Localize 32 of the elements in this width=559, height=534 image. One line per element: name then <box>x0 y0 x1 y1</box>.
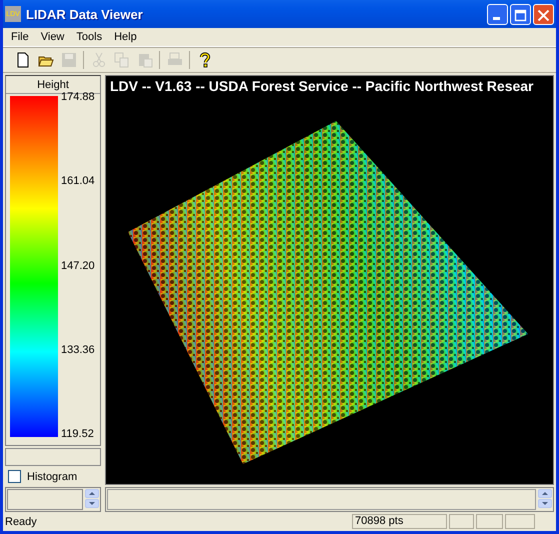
legend-label: 174.88 <box>61 91 95 103</box>
spin-up-button[interactable] <box>85 489 99 498</box>
menu-item[interactable]: Tools <box>70 31 108 43</box>
viewport-caption: LDV -- V1.63 -- USDA Forest Service -- Pacific Northwest Resear <box>110 78 534 94</box>
status-panel <box>505 514 535 529</box>
legend-label: 119.52 <box>61 428 95 440</box>
close-button[interactable] <box>533 4 554 24</box>
menu-item[interactable]: Help <box>108 31 143 43</box>
status-message: Ready <box>4 516 38 528</box>
spin-down-button[interactable] <box>85 499 99 508</box>
status-panel <box>449 514 474 529</box>
histogram-label: Histogram <box>27 470 78 482</box>
up-arrow-icon <box>542 492 548 495</box>
panel-button[interactable] <box>7 489 83 510</box>
menu-item[interactable]: File <box>5 31 35 43</box>
maximize-button[interactable] <box>510 4 531 24</box>
legend-label: 147.20 <box>61 260 95 272</box>
minimize-icon <box>493 16 500 20</box>
down-arrow-icon <box>542 502 548 505</box>
legend-label: 133.36 <box>61 344 95 356</box>
window-title: LIDAR Data Viewer <box>26 6 144 22</box>
spin-control[interactable] <box>105 487 554 512</box>
status-panel <box>476 514 503 529</box>
legend-label: 161.04 <box>61 175 95 188</box>
spin-down-button[interactable] <box>538 499 552 508</box>
minimize-button[interactable] <box>487 4 508 24</box>
up-arrow-icon <box>89 492 95 495</box>
point-count: 70898 pts <box>352 514 447 529</box>
menu-item[interactable]: View <box>34 31 70 43</box>
spin-up-button[interactable] <box>538 489 552 498</box>
down-arrow-icon <box>89 502 95 505</box>
histogram-checkbox[interactable] <box>8 470 21 483</box>
